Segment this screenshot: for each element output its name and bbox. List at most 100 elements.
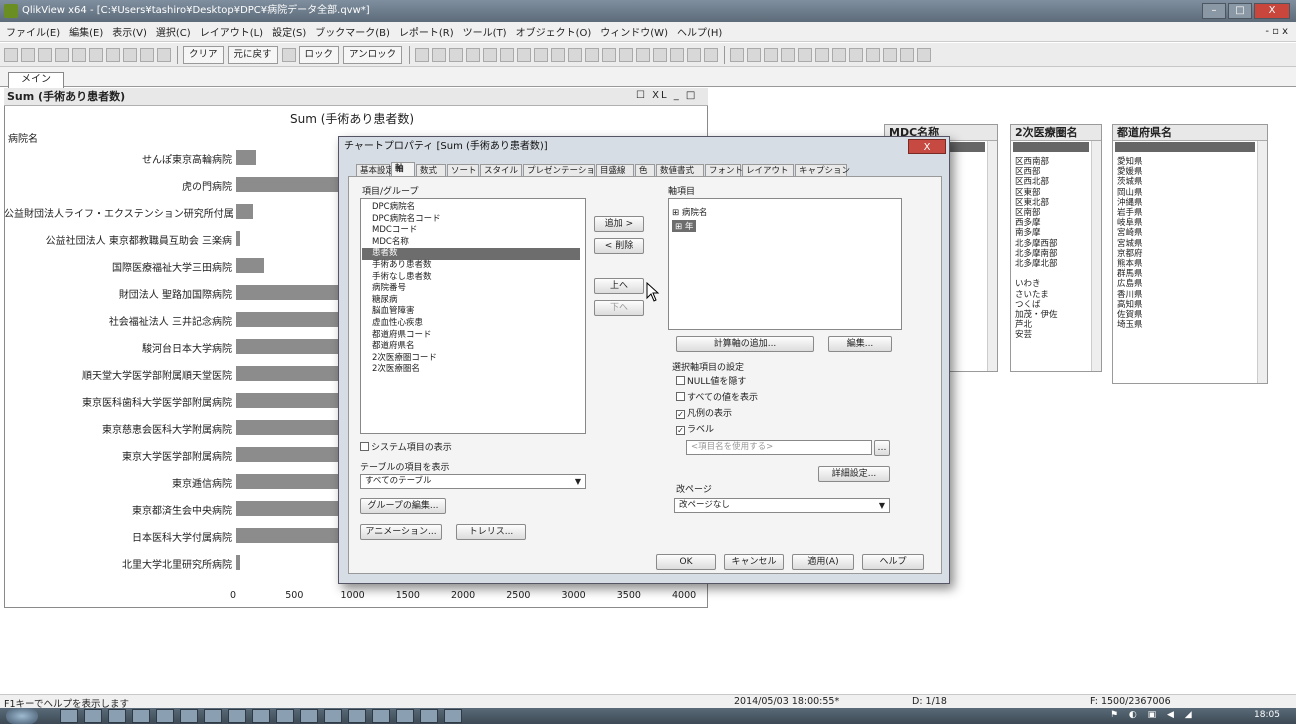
table-select[interactable]: すべてのテーブル ▼ <box>360 474 586 489</box>
clear-button[interactable]: クリア <box>183 45 224 64</box>
design-tool-icon[interactable] <box>415 47 430 62</box>
bar[interactable] <box>236 150 256 165</box>
bar[interactable] <box>236 555 241 570</box>
taskbar-app-icon[interactable] <box>276 709 294 723</box>
taskbar-ie-icon[interactable] <box>60 709 78 723</box>
mdi-controls[interactable]: - ▫ x <box>1265 26 1288 37</box>
add-calculated-dimension-button[interactable]: 計算軸の追加... <box>676 336 814 352</box>
layout-tool-icon[interactable] <box>917 47 932 62</box>
design-tool-icon[interactable] <box>534 47 549 62</box>
system-tray-icons[interactable]: ⚑ ◐ ▣ ◀ ◢ <box>1110 710 1196 720</box>
taskbar-app-icon[interactable] <box>300 709 318 723</box>
new-icon[interactable] <box>4 47 18 62</box>
taskbar-explorer-icon[interactable] <box>84 709 102 723</box>
available-field-item[interactable]: 病院番号 <box>362 283 580 295</box>
category-label[interactable]: 日本医科大学付属病院 <box>4 529 232 544</box>
design-tool-icon[interactable] <box>704 47 719 62</box>
taskbar-app-icon[interactable] <box>252 709 270 723</box>
unlock-button[interactable]: アンロック <box>343 45 403 64</box>
listbox-search-bar[interactable] <box>1013 142 1089 152</box>
reload-icon[interactable] <box>140 47 154 62</box>
layout-tool-icon[interactable] <box>866 47 881 62</box>
category-label[interactable]: 公益財団法人ライフ・エクステンション研究所付属 <box>4 205 234 220</box>
add-dimension-button[interactable]: 追加 > <box>594 216 644 232</box>
menu-object[interactable]: オブジェクト(O) <box>516 24 592 39</box>
taskbar-app-icon[interactable] <box>108 709 126 723</box>
available-field-item[interactable]: 都道府県名 <box>362 341 580 353</box>
design-tool-icon[interactable] <box>449 47 464 62</box>
layout-tool-icon[interactable] <box>764 47 779 62</box>
print-icon[interactable] <box>55 47 69 62</box>
design-tool-icon[interactable] <box>551 47 566 62</box>
available-field-item[interactable]: 患者数 <box>362 248 580 260</box>
menu-layout[interactable]: レイアウト(L) <box>200 24 263 39</box>
category-label[interactable]: 財団法人 聖路加国際病院 <box>4 286 232 301</box>
design-tool-icon[interactable] <box>619 47 634 62</box>
menu-reports[interactable]: レポート(R) <box>399 24 454 39</box>
maximize-button[interactable]: □ <box>1228 3 1252 19</box>
cancel-button[interactable]: キャンセル <box>724 554 784 570</box>
move-down-button[interactable]: 下へ <box>594 300 644 316</box>
listbox-item[interactable]: 北多摩北部 <box>1015 257 1058 269</box>
taskbar-app-icon[interactable] <box>444 709 462 723</box>
listbox-scrollbar[interactable] <box>987 141 997 371</box>
taskbar-app-icon[interactable] <box>324 709 342 723</box>
remove-dimension-button[interactable]: < 削除 <box>594 238 644 254</box>
taskbar-app-icon[interactable] <box>156 709 174 723</box>
listbox-secondary-medical-area-caption[interactable]: 2次医療圏名 <box>1011 125 1101 141</box>
taskbar-app-icon[interactable] <box>180 709 198 723</box>
category-label[interactable]: 虎の門病院 <box>4 178 232 193</box>
category-label[interactable]: せんぽ東京高輪病院 <box>4 151 232 166</box>
menu-help[interactable]: ヘルプ(H) <box>677 24 722 39</box>
available-field-item[interactable]: 虚血性心疾患 <box>362 318 580 330</box>
category-label[interactable]: 東京逓信病院 <box>4 475 232 490</box>
suppress-null-checkbox[interactable]: NULL値を隠す <box>676 374 746 387</box>
ok-button[interactable]: OK <box>656 554 716 570</box>
category-label[interactable]: 社会福祉法人 三井記念病院 <box>4 313 232 328</box>
layout-tool-icon[interactable] <box>849 47 864 62</box>
design-tool-icon[interactable] <box>568 47 583 62</box>
page-break-select[interactable]: 改ページなし ▼ <box>674 498 890 513</box>
available-field-item[interactable]: 都道府県コード <box>362 330 580 342</box>
design-tool-icon[interactable] <box>500 47 515 62</box>
listbox-scrollbar[interactable] <box>1257 141 1267 383</box>
taskbar-app-icon[interactable] <box>204 709 222 723</box>
listbox-prefecture-caption[interactable]: 都道府県名 <box>1113 125 1267 141</box>
show-all-values-checkbox[interactable]: すべての値を表示 <box>676 390 758 403</box>
redo-icon[interactable] <box>106 47 120 62</box>
menu-edit[interactable]: 編集(E) <box>69 24 103 39</box>
design-tool-icon[interactable] <box>670 47 685 62</box>
edit-groups-button[interactable]: グループの編集... <box>360 498 446 514</box>
back-button[interactable]: 元に戻す <box>227 45 278 64</box>
category-label[interactable]: 公益社団法人 東京都教職員互助会 三楽病 <box>4 232 232 247</box>
apply-button[interactable]: 適用(A) <box>792 554 854 570</box>
label-checkbox[interactable]: ✓ ラベル <box>676 422 714 435</box>
taskbar-app-icon[interactable] <box>372 709 390 723</box>
dialog-close-button[interactable]: X <box>908 139 946 154</box>
listbox-item[interactable]: 埼玉県 <box>1117 318 1143 330</box>
listbox-secondary-medical-area[interactable]: 2次医療圏名 区西南部 区西部 区西北部 区東部 区東北部 区南部 西多摩 南多摩 北多摩西部北… <box>1010 124 1102 372</box>
bar[interactable] <box>236 231 241 246</box>
listbox-search-bar[interactable] <box>1115 142 1255 152</box>
category-label[interactable]: 北里大学北里研究所病院 <box>4 556 232 571</box>
menu-view[interactable]: 表示(V) <box>112 24 147 39</box>
listbox-item[interactable]: 安芸 <box>1015 328 1032 340</box>
layout-tool-icon[interactable] <box>832 47 847 62</box>
used-dimension-hospital[interactable]: ⊞ 病院名 <box>672 206 707 218</box>
listbox-scrollbar[interactable] <box>1091 141 1101 371</box>
design-tool-icon[interactable] <box>602 47 617 62</box>
category-label[interactable]: 東京大学医学部附属病院 <box>4 448 232 463</box>
menu-selections[interactable]: 選択(C) <box>156 24 191 39</box>
taskbar-app-icon[interactable] <box>228 709 246 723</box>
design-tool-icon[interactable] <box>585 47 600 62</box>
available-field-item[interactable]: DPC病院名コード <box>362 214 580 226</box>
dialog-tab[interactable]: 軸 <box>391 162 415 177</box>
available-field-item[interactable]: 脳血管障害 <box>362 306 580 318</box>
design-tool-icon[interactable] <box>687 47 702 62</box>
edit-script-icon[interactable] <box>123 47 137 62</box>
edit-dimension-button[interactable]: 編集... <box>828 336 892 352</box>
bar[interactable] <box>236 258 264 273</box>
bar[interactable] <box>236 204 253 219</box>
trellis-button[interactable]: トレリス... <box>456 524 526 540</box>
label-expression-button[interactable]: … <box>874 440 890 456</box>
